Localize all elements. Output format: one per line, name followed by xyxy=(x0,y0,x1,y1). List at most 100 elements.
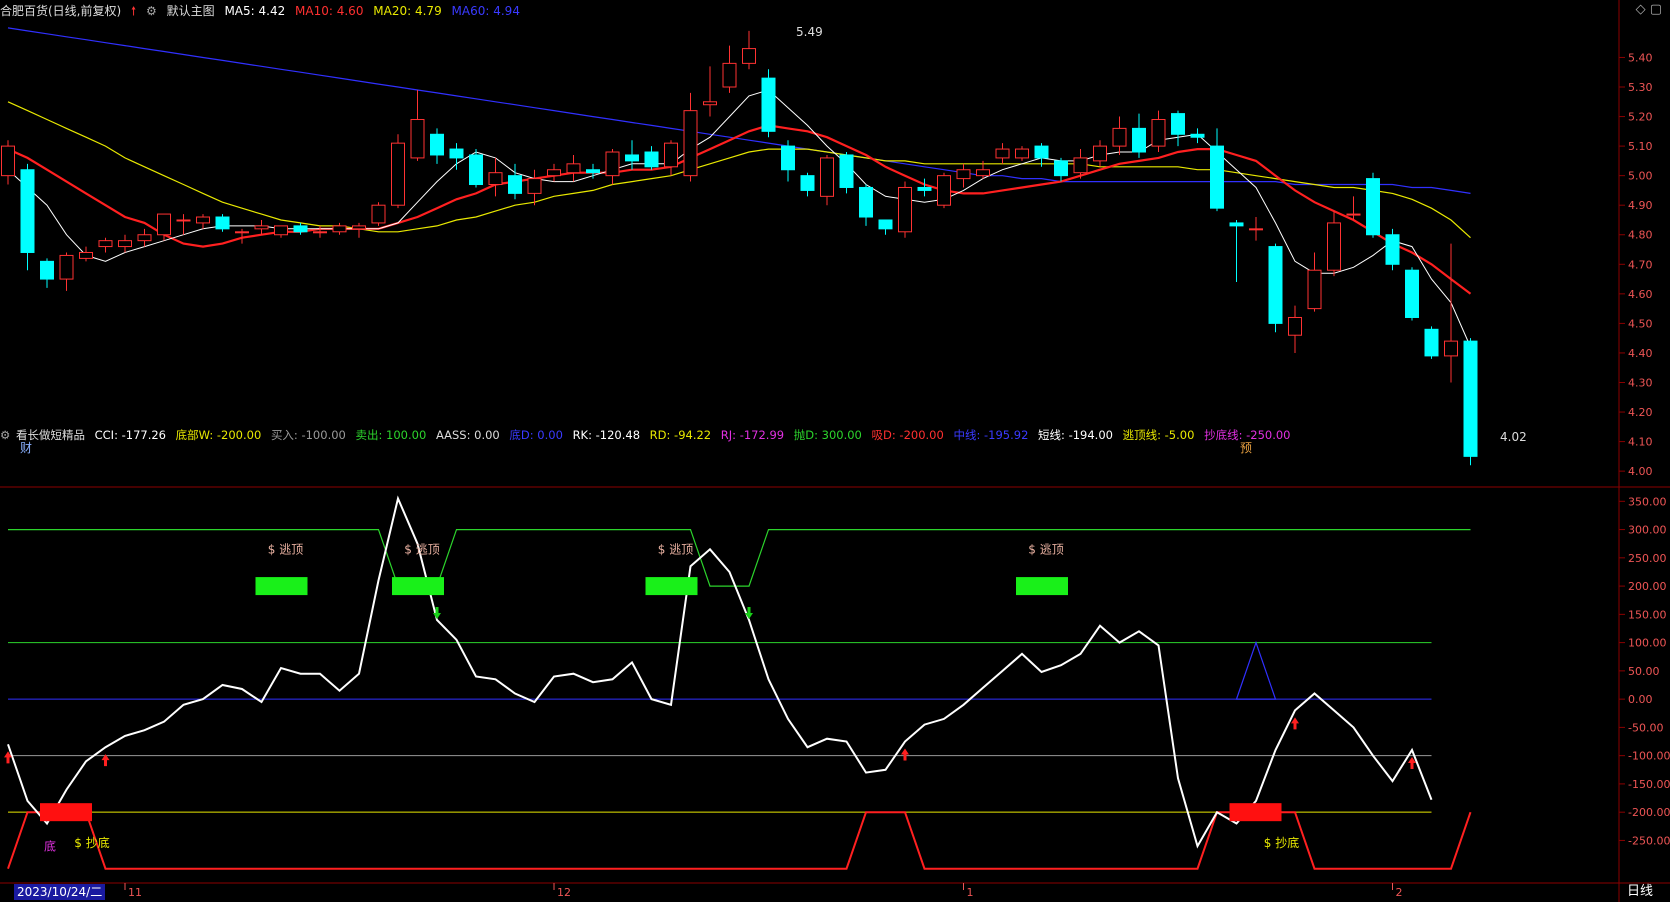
escape-block xyxy=(645,577,698,596)
price-tick-label: 4.80 xyxy=(1628,229,1653,242)
candle-body xyxy=(1171,113,1185,135)
candle-body xyxy=(391,142,405,206)
candle-body xyxy=(488,172,503,186)
candle-body xyxy=(898,186,912,233)
price-tick-label: 4.40 xyxy=(1628,347,1653,360)
candle-body xyxy=(800,175,815,191)
candlesticks xyxy=(1,30,1478,466)
candle-body xyxy=(1444,340,1458,357)
candle-body xyxy=(352,225,366,230)
price-tick-label: 4.00 xyxy=(1628,465,1653,478)
indicator-tick-label: 0.00 xyxy=(1628,693,1653,706)
candle-body xyxy=(820,157,834,197)
buy-arrow-icon xyxy=(901,748,909,761)
candle-body xyxy=(508,175,522,194)
price-axis: 4.00 4.10 4.20 4.30 4.40 4.50 4.60 4.70 4.80 4.90… xyxy=(1628,51,1653,478)
price-tick-label: 4.10 xyxy=(1628,436,1653,449)
price-tick-label: 4.60 xyxy=(1628,288,1653,301)
indicator-tick-label: 50.00 xyxy=(1628,665,1660,678)
candle-body xyxy=(235,231,249,234)
indicator-tick-label: 300.00 xyxy=(1628,524,1667,537)
taoding-line xyxy=(8,528,1471,587)
candle-body xyxy=(274,225,288,236)
candle-body xyxy=(40,260,54,280)
price-tick-label: 4.30 xyxy=(1628,376,1653,389)
candle-body xyxy=(839,154,854,188)
price-tick-label: 5.20 xyxy=(1628,111,1653,124)
candle-body xyxy=(1268,246,1283,324)
candle-body xyxy=(625,154,639,162)
candle-body xyxy=(1463,340,1478,457)
candle-body xyxy=(917,186,932,191)
yu-marker: 预 xyxy=(1240,441,1252,455)
candle-body xyxy=(1307,269,1322,310)
indicator-tick-label: -150.00 xyxy=(1628,778,1670,791)
candle-body xyxy=(1405,269,1419,318)
candle-body xyxy=(469,154,483,186)
candle-body xyxy=(215,216,230,230)
candle-body xyxy=(547,169,561,177)
escape-label: $ 逃顶 xyxy=(404,542,439,556)
candle-body xyxy=(644,151,659,168)
price-tick-label: 4.70 xyxy=(1628,258,1653,271)
candle-body xyxy=(722,62,737,88)
di-label: 底 xyxy=(44,839,56,854)
escape-block xyxy=(392,577,444,596)
moving-average-lines xyxy=(7,27,1472,348)
candle-body xyxy=(59,254,74,280)
candle-body xyxy=(293,225,308,233)
month-label: 2 xyxy=(1396,886,1403,899)
candle-body xyxy=(664,142,678,168)
candle-body xyxy=(703,101,717,106)
candle-body xyxy=(1015,148,1029,159)
indicator-tick-label: 100.00 xyxy=(1628,637,1667,650)
indicator-tick-label: 350.00 xyxy=(1628,495,1667,508)
candle-body xyxy=(157,213,171,236)
candle-body xyxy=(781,145,795,171)
candle-body xyxy=(332,225,347,233)
candle-body xyxy=(527,178,542,194)
candle-body xyxy=(1366,178,1380,236)
candle-body xyxy=(1327,222,1341,271)
escape-label: $ 逃顶 xyxy=(658,542,693,556)
candle-body xyxy=(878,219,893,230)
candle-body xyxy=(566,163,581,174)
candle-body xyxy=(430,133,444,156)
price-tick-label: 5.30 xyxy=(1628,81,1653,94)
indicator-marks: $ 逃顶 $ 逃顶 $ 逃顶 $ 逃顶 $ 抄底 底 $ 抄底 xyxy=(4,542,1416,854)
candle-body xyxy=(1346,213,1361,216)
candle-body xyxy=(1073,157,1088,174)
candle-body xyxy=(683,110,698,177)
candle-body xyxy=(254,225,269,230)
date-axis: 11 12 1 2 xyxy=(124,883,1403,899)
candle-body xyxy=(976,169,990,177)
indicator-axis: 350.00 300.00 250.00 200.00 150.00 100.00 50.0… xyxy=(1628,495,1670,847)
indicator-tick-label: -100.00 xyxy=(1628,750,1670,763)
period-selector[interactable]: 日线 xyxy=(1610,882,1670,902)
candle-body xyxy=(742,48,756,64)
candle-body xyxy=(410,119,425,159)
candle-body xyxy=(1288,316,1302,336)
cai-marker: 财 xyxy=(20,441,32,455)
candle-body xyxy=(1054,160,1068,177)
candle-body xyxy=(98,240,113,248)
ma60-line xyxy=(7,27,1471,194)
price-tick-label: 4.20 xyxy=(1628,406,1653,419)
bottom-block xyxy=(40,803,92,822)
candle-body xyxy=(937,175,951,206)
candle-body xyxy=(1424,328,1439,357)
indicator-tick-label: -250.00 xyxy=(1628,834,1670,847)
triangle-signal xyxy=(1235,640,1277,700)
candle-body xyxy=(1249,228,1263,231)
candle-body xyxy=(20,169,35,253)
stock-chart[interactable]: 4.00 4.10 4.20 4.30 4.40 4.50 4.60 4.70 4.80 4.90… xyxy=(0,0,1670,902)
indicator-tick-label: -50.00 xyxy=(1628,721,1663,734)
candle-body xyxy=(79,251,93,259)
price-tick-label: 4.90 xyxy=(1628,199,1653,212)
ma10-line xyxy=(7,124,1472,295)
indicator-tick-label: 200.00 xyxy=(1628,580,1667,593)
candle-body xyxy=(761,77,776,132)
sell-arrow-icon xyxy=(745,607,753,619)
indicator-tick-label: 250.00 xyxy=(1628,552,1667,565)
escape-label: $ 逃顶 xyxy=(268,542,303,556)
